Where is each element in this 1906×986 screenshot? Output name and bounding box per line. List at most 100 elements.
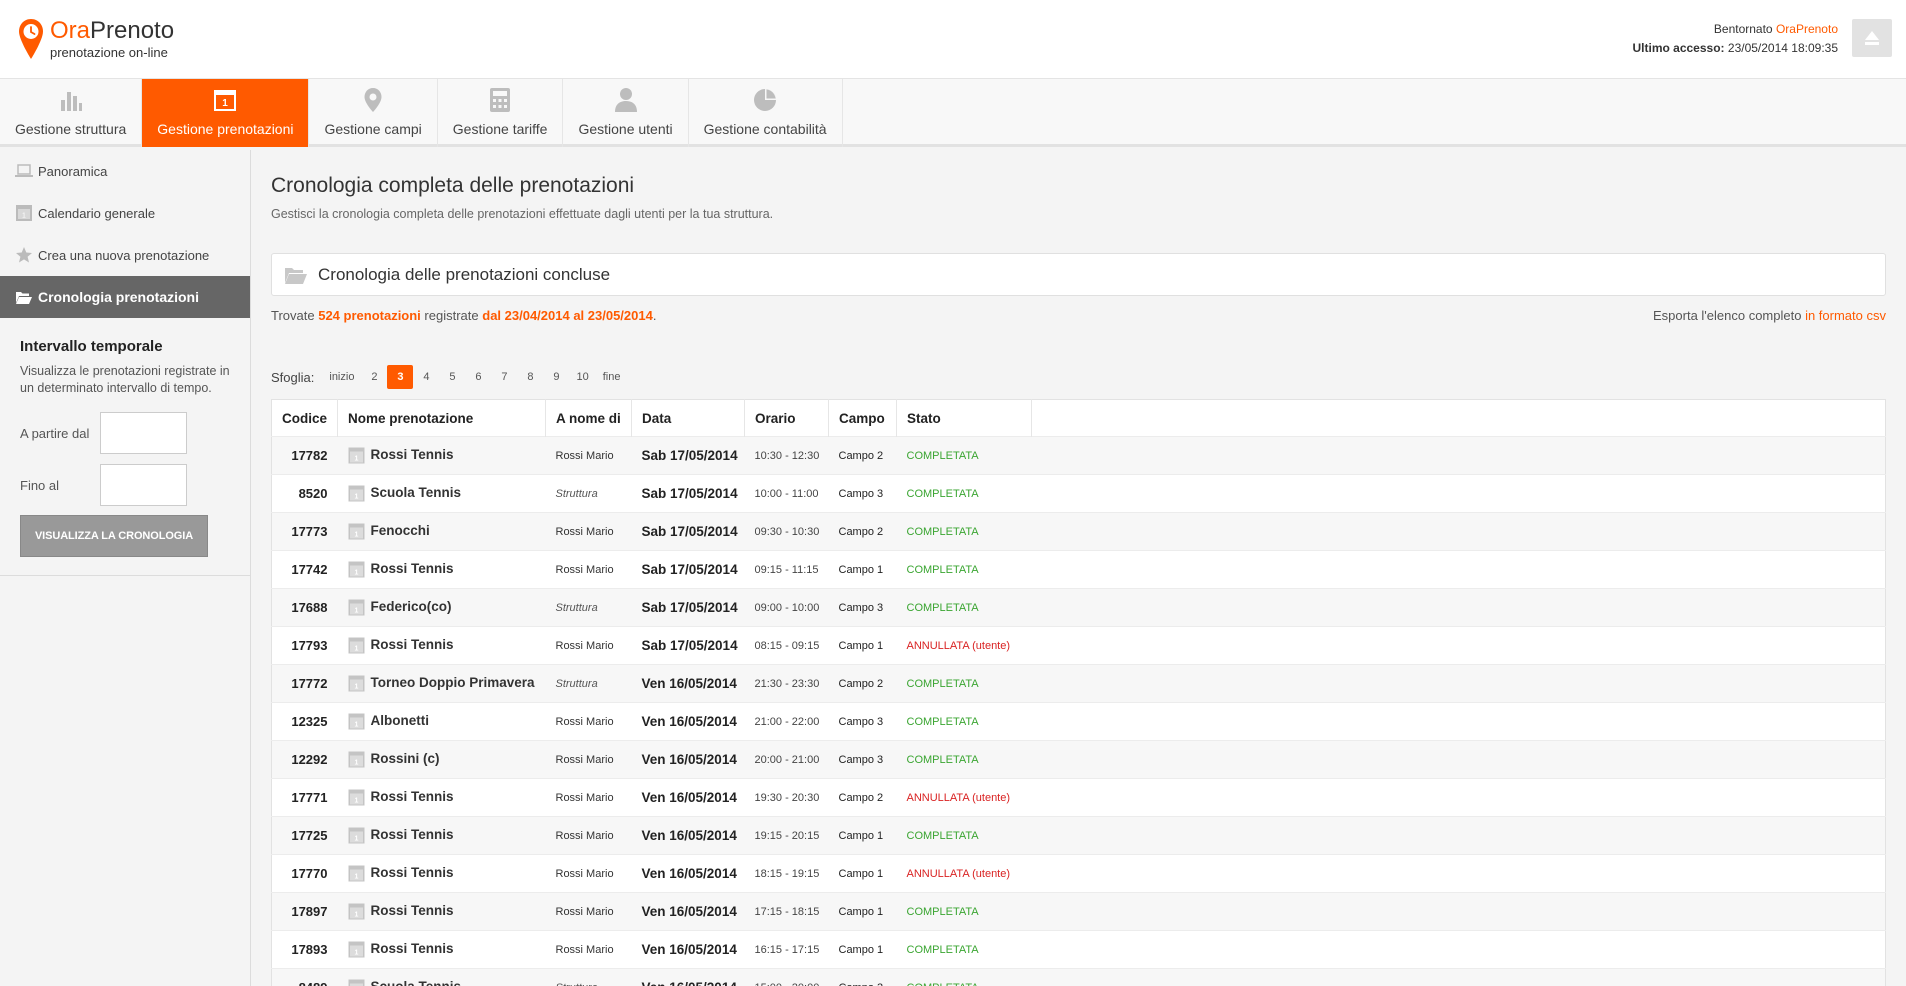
table-row[interactable]: 17893 1 Rossi Tennis Rossi Mario Ven 16/05/2… xyxy=(271,930,1886,969)
table-row[interactable]: 17688 1 Federico(co) Struttura Sab 17/05/201… xyxy=(271,588,1886,627)
nav-tab-gestione-campi[interactable]: Gestione campi xyxy=(309,79,438,147)
booking-name[interactable]: Rossi Tennis xyxy=(371,561,454,576)
nav-tab-gestione-utenti[interactable]: Gestione utenti xyxy=(563,79,689,147)
page-link[interactable]: inizio xyxy=(322,365,361,389)
cell-campo: Campo 2 xyxy=(828,778,897,817)
last-access-label: Ultimo accesso: xyxy=(1632,41,1725,55)
sidebar-item-cronologia-prenotazioni[interactable]: Cronologia prenotazioni xyxy=(0,276,250,318)
table-row[interactable]: 17725 1 Rossi Tennis Rossi Mario Ven 16/05/2… xyxy=(271,816,1886,855)
booking-name[interactable]: Scuola Tennis xyxy=(371,979,462,986)
logo-title: OraPrenoto xyxy=(50,17,175,44)
col-nome-prenotazione[interactable]: Nome prenotazione xyxy=(337,399,546,437)
cell-data: Ven 16/05/2014 xyxy=(631,892,745,931)
calendar-icon: 1 xyxy=(348,827,364,844)
page-link[interactable]: 8 xyxy=(517,365,543,389)
nav-tab-gestione-prenotazioni[interactable]: 1 Gestione prenotazioni xyxy=(142,79,310,147)
folder-open-icon xyxy=(16,291,32,304)
col-codice[interactable]: Codice xyxy=(271,399,338,437)
page-link[interactable]: 4 xyxy=(413,365,439,389)
cell-spacer xyxy=(1031,702,1886,741)
table-row[interactable]: 8489 1 Scuola Tennis StrutturaVen 16/05/201… xyxy=(271,968,1886,986)
table-row[interactable]: 12325 1 Albonetti Rossi Mario Ven 16/05/2014… xyxy=(271,702,1886,741)
cell-stato: ANNULLATA (utente) xyxy=(896,854,1032,893)
col-a-nome-di[interactable]: A nome di xyxy=(545,399,632,437)
table-row[interactable]: 17770 1 Rossi Tennis Rossi Mario Ven 16/05/2… xyxy=(271,854,1886,893)
cell-data: Ven 16/05/2014 xyxy=(631,930,745,969)
to-date-input[interactable] xyxy=(100,464,187,506)
logout-button[interactable] xyxy=(1852,19,1892,57)
cell-data: Sab 17/05/2014 xyxy=(631,436,745,475)
cell-codice: 17772 xyxy=(271,664,338,703)
status-badge: COMPLETATA xyxy=(906,677,979,690)
table-row[interactable]: 8520 1 Scuola Tennis Struttura Sab 17/05/201… xyxy=(271,474,1886,513)
booking-name[interactable]: Rossi Tennis xyxy=(371,827,454,842)
calendar-icon: 1 xyxy=(348,447,364,464)
page-link[interactable]: 9 xyxy=(543,365,569,389)
table-row[interactable]: 17793 1 Rossi Tennis Rossi Mario Sab 17/05/2… xyxy=(271,626,1886,665)
page-link[interactable]: fine xyxy=(596,365,628,389)
table-row[interactable]: 12292 1 Rossini (c) Rossi Mario Ven 16/05/20… xyxy=(271,740,1886,779)
page-link[interactable]: 2 xyxy=(361,365,387,389)
page-link[interactable]: 7 xyxy=(491,365,517,389)
view-history-button[interactable]: VISUALIZZA LA CRONOLOGIA xyxy=(20,515,208,557)
laptop-icon xyxy=(15,164,33,177)
page-link[interactable]: 5 xyxy=(439,365,465,389)
col-orario[interactable]: Orario xyxy=(744,399,829,437)
cell-nome: 1 Albonetti xyxy=(337,702,546,741)
sidebar-item-panoramica[interactable]: Panoramica xyxy=(0,150,250,192)
table-row[interactable]: 17772 1 Torneo Doppio Primavera Struttura Ve… xyxy=(271,664,1886,703)
svg-text:1: 1 xyxy=(22,213,26,220)
table-row[interactable]: 17782 1 Rossi Tennis Rossi Mario Sab 17/05/2… xyxy=(271,436,1886,475)
page-link[interactable]: 3 xyxy=(387,365,414,389)
booking-name[interactable]: Rossi Tennis xyxy=(371,447,454,462)
nav-tab-gestione-tariffe[interactable]: Gestione tariffe xyxy=(438,79,564,147)
page-link[interactable]: 6 xyxy=(465,365,491,389)
page-link[interactable]: 10 xyxy=(569,365,595,389)
col-stato[interactable]: Stato xyxy=(896,399,1032,437)
export-csv-link[interactable]: in formato csv xyxy=(1805,308,1886,323)
svg-text:1: 1 xyxy=(354,836,358,843)
booking-name[interactable]: Federico(co) xyxy=(371,599,452,614)
nav-tab-gestione-struttura[interactable]: Gestione struttura xyxy=(0,79,143,147)
booking-name[interactable]: Rossi Tennis xyxy=(371,903,454,918)
cell-spacer xyxy=(1031,740,1886,779)
svg-text:1: 1 xyxy=(354,722,358,729)
cell-orario: 10:30 - 12:30 xyxy=(744,436,829,475)
to-date-row: Fino al xyxy=(20,463,230,507)
sidebar-item-crea-prenotazione[interactable]: Crea una nuova prenotazione xyxy=(0,234,250,276)
svg-text:1: 1 xyxy=(354,532,358,539)
logo[interactable]: OraPrenoto prenotazione on-line xyxy=(18,18,174,62)
booking-name[interactable]: Albonetti xyxy=(371,713,430,728)
cell-spacer xyxy=(1031,512,1886,551)
booking-name[interactable]: Rossi Tennis xyxy=(371,865,454,880)
calendar-icon: 1 xyxy=(348,485,364,502)
table-row[interactable]: 17773 1 Fenocchi Rossi Mario Sab 17/05/2014 0… xyxy=(271,512,1886,551)
sidebar-item-calendario-generale[interactable]: 1 Calendario generale xyxy=(0,192,250,234)
col-data[interactable]: Data xyxy=(631,399,745,437)
from-date-row: A partire dal xyxy=(20,411,230,455)
col-campo[interactable]: Campo xyxy=(828,399,897,437)
user-name[interactable]: OraPrenoto xyxy=(1776,22,1838,36)
nav-tab-gestione-contabilita[interactable]: Gestione contabilità xyxy=(689,79,843,147)
section-title: Cronologia delle prenotazioni concluse xyxy=(318,264,611,284)
table-row[interactable]: 17897 1 Rossi Tennis Rossi Mario Ven 16/05/2… xyxy=(271,892,1886,931)
status-badge: COMPLETATA xyxy=(906,829,979,842)
booking-name[interactable]: Rossi Tennis xyxy=(371,637,454,652)
cell-nome: 1 Rossi Tennis xyxy=(337,550,546,589)
table-row[interactable]: 17771 1 Rossi Tennis Rossi Mario Ven 16/05/2… xyxy=(271,778,1886,817)
cell-codice: 8489 xyxy=(271,968,338,986)
bookings-table-wrap: Codice Nome prenotazione A nome di Data … xyxy=(271,399,1886,986)
cell-stato: COMPLETATA xyxy=(896,930,1032,969)
booking-name[interactable]: Rossi Tennis xyxy=(371,941,454,956)
status-badge: ANNULLATA (utente) xyxy=(906,791,1011,804)
bookings-table: Codice Nome prenotazione A nome di Data … xyxy=(271,399,1886,986)
booking-name[interactable]: Scuola Tennis xyxy=(371,485,462,500)
cell-anome: Rossi Mario xyxy=(545,626,632,665)
booking-name[interactable]: Rossi Tennis xyxy=(371,789,454,804)
table-row[interactable]: 17742 1 Rossi Tennis Rossi Mario Sab 17/05/2… xyxy=(271,550,1886,589)
cell-spacer xyxy=(1031,626,1886,665)
booking-name[interactable]: Rossini (c) xyxy=(371,751,440,766)
from-date-input[interactable] xyxy=(100,412,187,454)
booking-name[interactable]: Torneo Doppio Primavera xyxy=(371,675,535,690)
booking-name[interactable]: Fenocchi xyxy=(371,523,430,538)
